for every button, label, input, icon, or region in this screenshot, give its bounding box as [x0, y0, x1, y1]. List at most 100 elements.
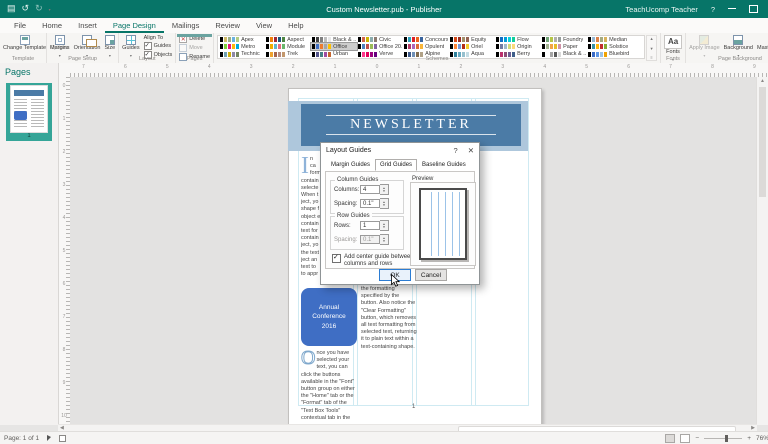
dialog-tab[interactable]: Grid Guides	[375, 159, 418, 171]
page-thumbnail-selected[interactable]: 1	[6, 83, 52, 141]
group-fonts: Aa Fonts Fonts	[661, 33, 687, 63]
ribbon-tab[interactable]: Home	[34, 18, 70, 33]
title-bar: ▤ ↺ ↻ Custom Newsletter.pub - Publisher …	[0, 0, 768, 18]
color-chip	[558, 37, 562, 43]
zoom-in-icon[interactable]: +	[747, 435, 751, 442]
page-thumbnail[interactable]	[11, 86, 47, 132]
ribbon-tab[interactable]: Insert	[70, 18, 105, 33]
ribbon-tab[interactable]: View	[248, 18, 280, 33]
color-chip	[404, 44, 408, 50]
undo-icon[interactable]: ↺	[22, 4, 30, 14]
scheme-name: Office	[333, 43, 348, 50]
help-icon[interactable]: ?	[711, 5, 715, 14]
banner-rule	[326, 134, 496, 135]
zoom-slider-thumb[interactable]	[725, 434, 729, 442]
ribbon-tab[interactable]: Review	[207, 18, 248, 33]
gallery-down-icon[interactable]: ▼	[647, 46, 656, 51]
color-chip	[220, 44, 224, 50]
background-icon	[733, 35, 744, 45]
zoom-slider[interactable]	[704, 434, 743, 442]
column-spacing-spinner[interactable]: ▲ ▼	[380, 198, 389, 209]
account-name[interactable]: TeachUcomp Teacher	[625, 5, 697, 14]
zoom-out-icon[interactable]: −	[695, 435, 699, 442]
vertical-scrollbar[interactable]: ▲	[756, 77, 768, 425]
single-page-view-icon[interactable]	[665, 433, 676, 443]
scroll-up-icon[interactable]: ▲	[757, 77, 768, 85]
rows-spinner[interactable]: ▲ ▼	[380, 220, 389, 231]
color-scheme[interactable]: Aspect	[265, 36, 311, 43]
ribbon-tab[interactable]: Page Design	[104, 18, 164, 33]
column-spacing-input[interactable]: 0.1"	[360, 199, 380, 208]
conference-pull-quote[interactable]: Annual Conference 2016	[301, 288, 357, 346]
color-chip	[550, 44, 554, 50]
align-guides-checkbox[interactable]: Guides	[143, 42, 173, 50]
orientation-icon	[82, 35, 98, 47]
columns-spinner[interactable]: ▲ ▼	[380, 184, 389, 195]
color-scheme[interactable]: Solstice	[587, 43, 633, 50]
dialog-tab-label: Baseline Guides	[422, 162, 466, 168]
color-chip	[278, 37, 282, 43]
color-scheme[interactable]: Oriel	[449, 43, 495, 50]
story-column-2[interactable]: the formatting specified by the button. …	[361, 286, 417, 356]
color-chip	[274, 37, 278, 43]
color-chip	[554, 37, 558, 43]
color-scheme[interactable]: Origin	[495, 43, 541, 50]
save-icon[interactable]: ▤	[7, 4, 16, 14]
ruler-number: 4	[543, 64, 547, 70]
dialog-tab[interactable]: Baseline Guides	[417, 159, 471, 171]
color-scheme[interactable]: Flow	[495, 36, 541, 43]
scheme-swatches	[404, 37, 424, 43]
ribbon-tab[interactable]: Help	[280, 18, 311, 33]
color-scheme[interactable]: Black & ...	[311, 36, 357, 43]
color-chip	[278, 44, 282, 50]
rows-input[interactable]: 1	[360, 221, 380, 230]
change-template-button[interactable]: Change Template	[3, 35, 46, 52]
customize-qat-icon[interactable]	[49, 4, 51, 14]
color-scheme[interactable]: Office 20..	[357, 43, 403, 50]
color-scheme[interactable]: Median	[587, 36, 633, 43]
color-scheme[interactable]: Apex	[219, 36, 265, 43]
color-scheme[interactable]: Concourse	[403, 36, 449, 43]
dialog-tab[interactable]: Margin Guides	[326, 159, 375, 171]
zoom-percent[interactable]: 76%	[756, 435, 768, 442]
ribbon-tab-label: Insert	[78, 20, 97, 30]
row-guides-group: Row Guides Rows: 1 ▲ ▼ Spacing: 0.1" ▲ ▼	[330, 213, 404, 250]
color-scheme[interactable]: Opulent	[403, 43, 449, 50]
color-chip	[228, 37, 232, 43]
newsletter-banner[interactable]: NEWSLETTER	[301, 104, 521, 146]
columns-input[interactable]: 4	[360, 185, 380, 194]
color-chip	[404, 37, 408, 43]
horizontal-ruler: 7 6 5 4 3 2 1 0 1 2 3 4 5 6 7 8 9	[70, 63, 768, 78]
color-scheme[interactable]: Foundry	[541, 36, 587, 43]
minimize-icon[interactable]	[728, 8, 736, 9]
color-scheme[interactable]: Metro	[219, 43, 265, 50]
scheme-swatches	[312, 44, 332, 50]
drop-cap: I	[301, 156, 309, 179]
color-chip	[512, 44, 516, 50]
two-page-view-icon[interactable]	[680, 433, 691, 443]
color-scheme[interactable]: Module	[265, 43, 311, 50]
vertical-scroll-thumb[interactable]	[759, 87, 766, 197]
thumb-shape	[14, 111, 27, 120]
thumb-column	[31, 99, 44, 128]
redo-icon[interactable]: ↻	[35, 4, 43, 14]
ribbon-tab[interactable]: Mailings	[164, 18, 208, 33]
move-page-button: Move	[179, 44, 210, 52]
scheme-swatches	[542, 44, 562, 50]
color-scheme[interactable]: Office	[310, 42, 359, 52]
color-scheme[interactable]: Civic	[357, 36, 403, 43]
color-chip	[496, 44, 500, 50]
spacing-label: Spacing:	[334, 200, 358, 207]
color-scheme[interactable]: Equity	[449, 36, 495, 43]
gallery-up-icon[interactable]: ▲	[647, 36, 656, 41]
color-scheme[interactable]: Paper	[541, 43, 587, 50]
scheme-swatches	[542, 37, 562, 43]
dialog-close-icon[interactable]: ✕	[468, 146, 474, 155]
restore-icon[interactable]	[749, 5, 758, 13]
dialog-title-bar[interactable]: Layout Guides ? ✕	[321, 143, 479, 158]
dialog-help-icon[interactable]: ?	[454, 146, 458, 155]
story-paragraph-2[interactable]: O nce you have selected your text, you c…	[301, 350, 357, 421]
cancel-button[interactable]: Cancel	[415, 269, 447, 281]
ribbon-tab[interactable]: File	[6, 18, 34, 33]
page-indicator[interactable]: Page: 1 of 1	[4, 435, 39, 442]
